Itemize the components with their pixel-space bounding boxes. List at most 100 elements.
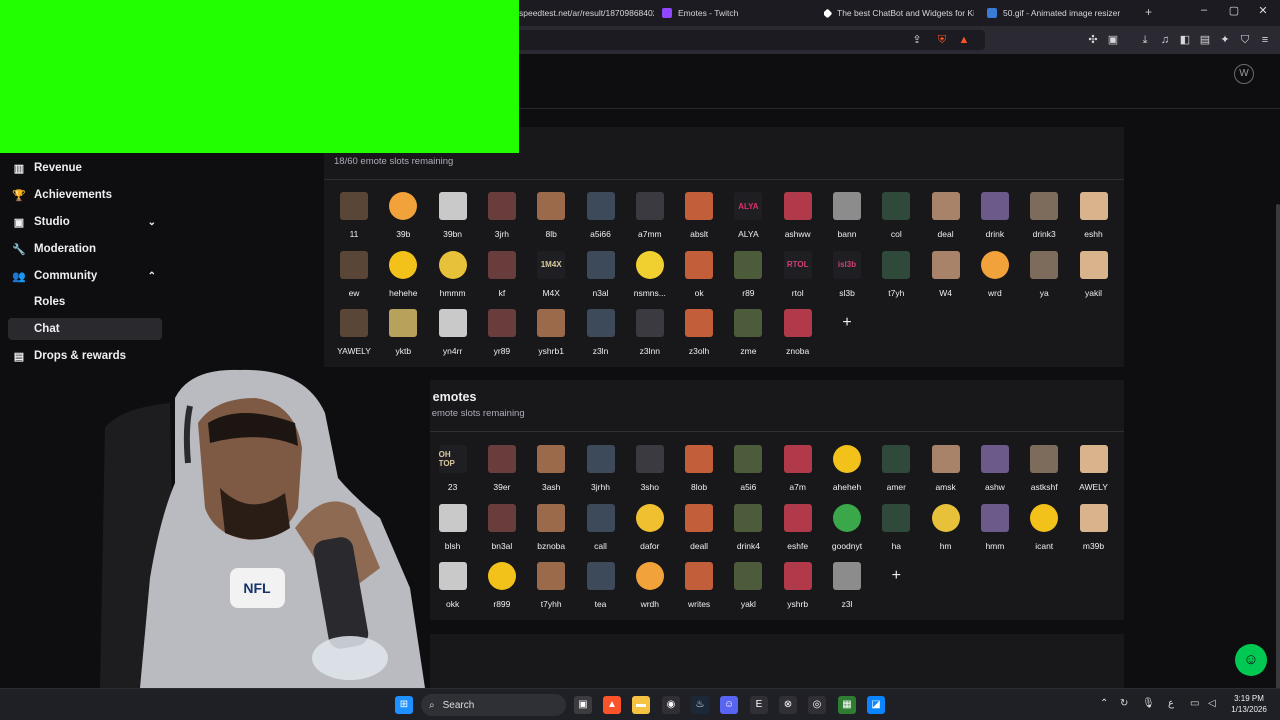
chevron-down-icon[interactable]: ⌄ [148,217,156,228]
emote-item[interactable]: okk [430,558,476,610]
emote-item[interactable]: W4 [923,247,969,299]
tab-gif-resizer[interactable]: 50.gif - Animated image resizer [987,3,1137,23]
emote-item[interactable]: amer [873,441,919,493]
vpn-icon[interactable]: ⛉ [1238,33,1252,47]
emote-item[interactable]: ya [1021,247,1067,299]
sidebar-item-drops-rewards[interactable]: ▤ Drops & rewards [8,345,162,367]
emote-item[interactable]: a5i6 [725,441,771,493]
emote-item[interactable]: 1M4X M4X [528,247,574,299]
emote-item[interactable]: OH TOP 23 [430,441,476,493]
add-emote-button[interactable]: + [882,562,910,590]
emote-item[interactable]: ok [676,247,722,299]
emote-item[interactable]: AWELY [1071,441,1117,493]
share-icon[interactable]: ⇪ [910,33,924,47]
emote-item[interactable]: 8lb [528,188,574,240]
emote-item[interactable]: 3ash [528,441,574,493]
emote-item[interactable]: eshh [1071,188,1117,240]
help-chat-icon[interactable]: ☺ [1235,644,1267,676]
emote-item[interactable]: ALYA ALYA [725,188,771,240]
emote-item[interactable]: RTOL rtol [775,247,821,299]
emote-item[interactable]: ew [331,247,377,299]
chevron-up-icon[interactable]: ⌃ [148,271,156,282]
emote-item[interactable]: a5i66 [578,188,624,240]
emote-item[interactable]: writes [676,558,722,610]
emote-item[interactable]: bznoba [528,500,574,552]
emote-item[interactable]: z3lnn [627,305,673,357]
emote-item[interactable]: ashww [775,188,821,240]
emote-item[interactable]: hm [923,500,969,552]
app-icon[interactable]: ◎ [808,696,826,714]
emote-item[interactable]: yshrb1 [528,305,574,357]
emote-item[interactable]: yshrb [775,558,821,610]
tab-speedtest[interactable]: speedtest.net/ar/result/18709868402 [519,3,654,23]
tab-emotes-twitch[interactable]: Emotes - Twitch [662,3,812,23]
emote-item[interactable]: n3al [578,247,624,299]
sync-icon[interactable]: ↻ [1120,698,1128,709]
emote-item[interactable]: blsh [430,500,476,552]
mic-icon[interactable]: 🎙 [1142,698,1155,709]
add-emote-button[interactable]: + [833,309,861,337]
emote-item[interactable]: yakl [725,558,771,610]
emote-item[interactable]: hmm [972,500,1018,552]
emote-item[interactable]: drink [972,188,1018,240]
sidebar-toggle-icon[interactable]: ◧ [1178,33,1192,47]
sidebar-item-achievements[interactable]: 🏆 Achievements [8,184,162,206]
emote-item[interactable]: dafor [627,500,673,552]
spreadsheet-icon[interactable]: ▦ [838,696,856,714]
ai-icon[interactable]: ✦ [1218,33,1232,47]
emote-item[interactable]: isl3b sl3b [824,247,870,299]
emote-item[interactable]: z3ln [578,305,624,357]
new-tab-button[interactable]: + [1145,5,1159,19]
emote-item[interactable]: 3jrh [479,188,525,240]
emote-item[interactable]: 39er [479,441,525,493]
menu-icon[interactable]: ≡ [1258,33,1272,47]
emote-item[interactable]: z3olh [676,305,722,357]
emote-item[interactable]: hehehe [380,247,426,299]
emote-item[interactable]: m39b [1071,500,1117,552]
emote-item[interactable]: 3jrhh [578,441,624,493]
emote-item[interactable]: col [873,188,919,240]
emote-item[interactable]: t7yhh [528,558,574,610]
editor-icon[interactable]: ◪ [867,696,885,714]
windows-start-icon[interactable]: ⊞ [395,696,413,714]
sidebar-item-revenue[interactable]: ▥ Revenue [8,157,162,179]
emote-item[interactable]: call [578,500,624,552]
emote-item[interactable]: zme [725,305,771,357]
emote-item[interactable]: eshfe [775,500,821,552]
emote-item[interactable]: ashw [972,441,1018,493]
emote-item[interactable]: yktb [380,305,426,357]
emote-item[interactable]: bn3al [479,500,525,552]
emote-item[interactable]: 39bn [430,188,476,240]
volume-icon[interactable]: ◁ [1208,698,1216,709]
system-clock[interactable]: 3:19 PM 1/13/2026 [1226,693,1272,715]
profile-logo-icon[interactable]: W [1234,64,1254,84]
emote-item[interactable]: 3sho [627,441,673,493]
emote-item[interactable]: ha [873,500,919,552]
discord-icon[interactable]: ☺ [720,696,738,714]
brave-icon[interactable]: ▲ [603,696,621,714]
taskbar-search[interactable]: ⌕ Search [421,694,566,716]
emote-item[interactable]: astkshf [1021,441,1067,493]
xbox-icon[interactable]: ⊗ [779,696,797,714]
emote-item[interactable]: YAWELY [331,305,377,357]
file-explorer-icon[interactable]: ▬ [632,696,650,714]
emote-item[interactable]: aheheh [824,441,870,493]
emote-item[interactable]: wrd [972,247,1018,299]
emote-item[interactable]: drink4 [725,500,771,552]
brave-rewards-icon[interactable]: ▲ [957,33,971,47]
emote-item[interactable]: yakil [1071,247,1117,299]
emote-item[interactable]: abslt [676,188,722,240]
emote-item[interactable]: 11 [331,188,377,240]
sidebar-item-studio[interactable]: ▣ Studio ⌄ [8,211,162,233]
emote-item[interactable]: nsmns... [627,247,673,299]
emote-item[interactable]: wrdh [627,558,673,610]
tab-chatbot[interactable]: The best ChatBot and Widgets for Ki [824,3,974,23]
tray-chevron-icon[interactable]: ⌃ [1100,698,1108,709]
obs-icon[interactable]: ◉ [662,696,680,714]
maximize-button[interactable]: ▢ [1224,4,1244,17]
emote-item[interactable]: kf [479,247,525,299]
sidebar-item-chat[interactable]: Chat [8,318,162,340]
emote-item[interactable]: t7yh [873,247,919,299]
media-icon[interactable]: ♫ [1158,33,1172,47]
steam-icon[interactable]: ♨ [691,696,709,714]
